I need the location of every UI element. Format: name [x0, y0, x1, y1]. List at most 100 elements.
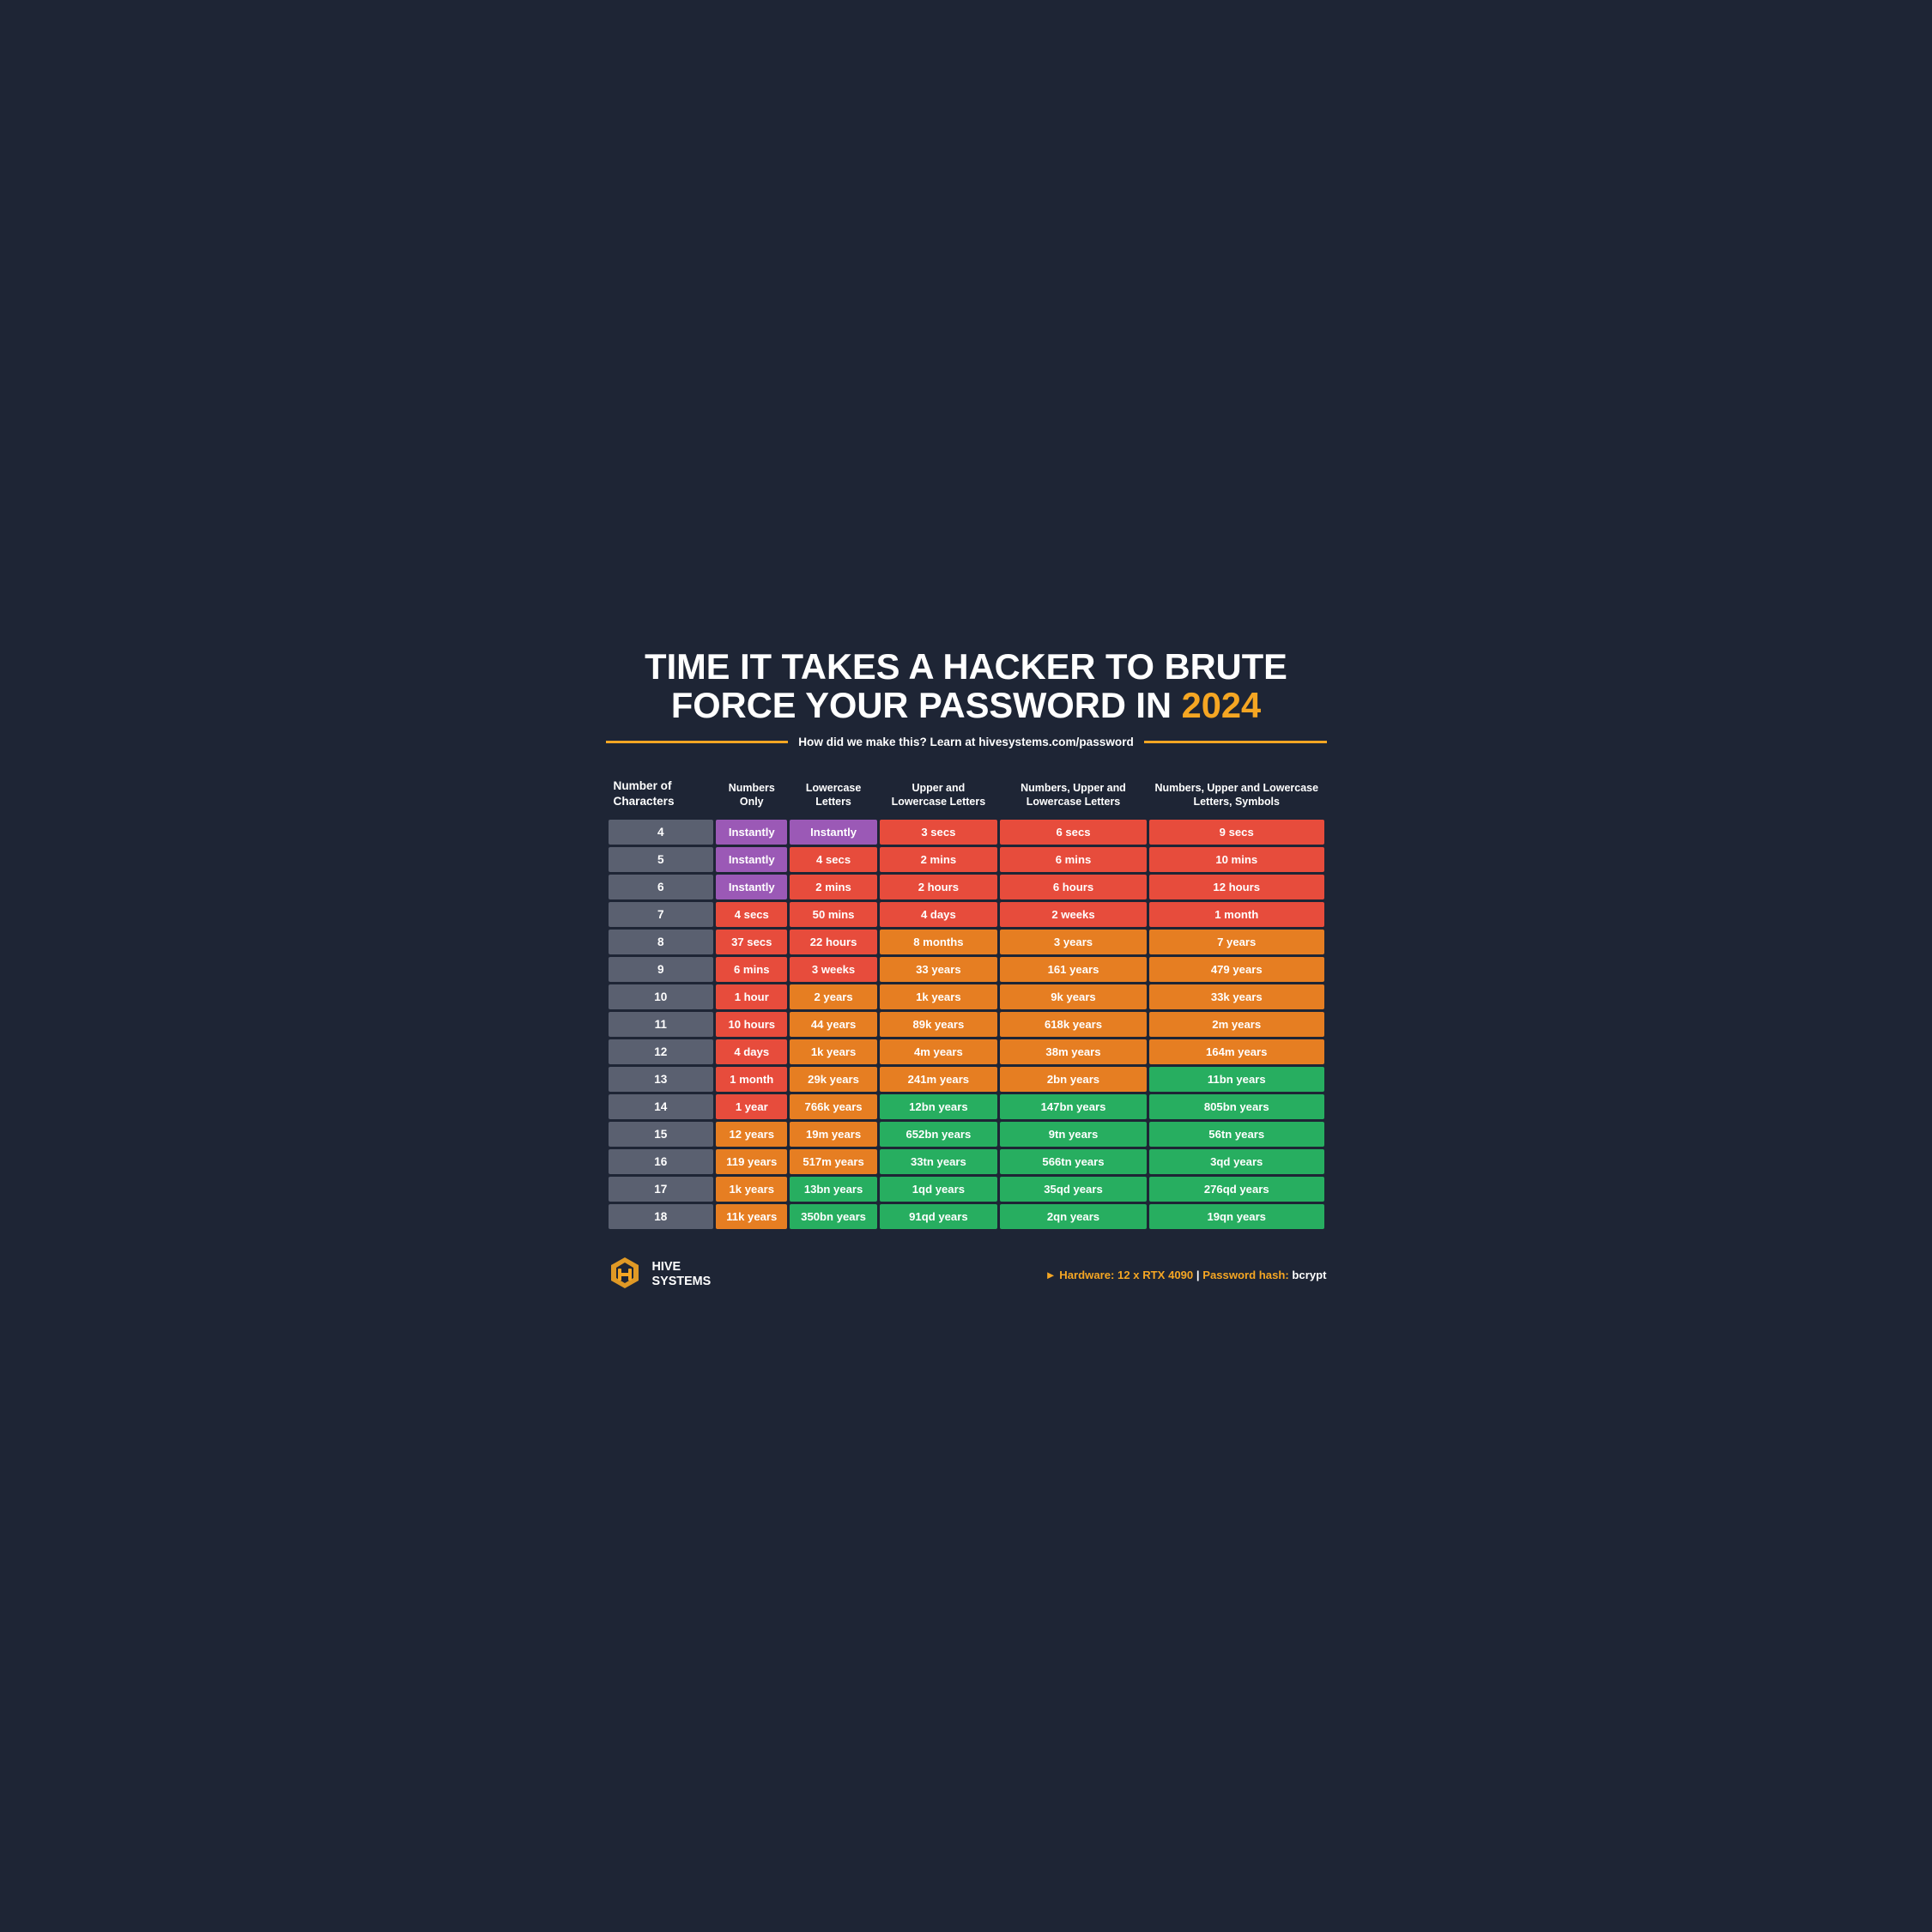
row-num-cell: 15 [609, 1122, 714, 1147]
cell-row7-col2: 2 years [790, 984, 876, 1009]
row-num-cell: 12 [609, 1039, 714, 1064]
cell-row13-col2: 517m years [790, 1149, 876, 1174]
cell-row2-col3: 2 mins [880, 847, 997, 872]
cell-row5-col2: 22 hours [790, 930, 876, 954]
cell-row7-col5: 33k years [1149, 984, 1324, 1009]
col-header-lowercase: Lowercase Letters [790, 770, 876, 817]
cell-row10-col5: 11bn years [1149, 1067, 1324, 1092]
table-row: 124 days1k years4m years38m years164m ye… [609, 1039, 1324, 1064]
footer-separator: | [1196, 1269, 1200, 1281]
col-header-num-upper-lower-sym: Numbers, Upper and Lowercase Letters, Sy… [1149, 770, 1324, 817]
row-num-cell: 4 [609, 820, 714, 845]
row-num-cell: 9 [609, 957, 714, 982]
cell-row5-col3: 8 months [880, 930, 997, 954]
cell-row11-col2: 766k years [790, 1094, 876, 1119]
subtitle-divider-right [1144, 741, 1327, 743]
table-row: 74 secs50 mins4 days2 weeks1 month [609, 902, 1324, 927]
cell-row11-col3: 12bn years [880, 1094, 997, 1119]
cell-row9-col4: 38m years [1000, 1039, 1147, 1064]
row-num-cell: 16 [609, 1149, 714, 1174]
table-row: 96 mins3 weeks33 years161 years479 years [609, 957, 1324, 982]
cell-row15-col5: 19qn years [1149, 1204, 1324, 1229]
footer-hardware-label-text: Hardware: [1059, 1269, 1114, 1281]
row-num-cell: 5 [609, 847, 714, 872]
footer-hash-value: bcrypt [1292, 1269, 1326, 1281]
cell-row1-col2: Instantly [790, 820, 876, 845]
main-container: TIME IT TAKES A HACKER TO BRUTE FORCE YO… [580, 621, 1353, 1311]
footer-hardware-value: 12 x RTX 4090 [1117, 1269, 1193, 1281]
subtitle-text: How did we make this? Learn at hivesyste… [798, 736, 1134, 748]
cell-row8-col1: 10 hours [716, 1012, 787, 1037]
cell-row6-col3: 33 years [880, 957, 997, 982]
table-row: 141 year766k years12bn years147bn years8… [609, 1094, 1324, 1119]
cell-row9-col3: 4m years [880, 1039, 997, 1064]
cell-row8-col4: 618k years [1000, 1012, 1147, 1037]
logo-text: HIVE SYSTEMS [652, 1260, 712, 1290]
table-row: 4InstantlyInstantly3 secs6 secs9 secs [609, 820, 1324, 845]
cell-row9-col1: 4 days [716, 1039, 787, 1064]
cell-row14-col5: 276qd years [1149, 1177, 1324, 1202]
cell-row10-col4: 2bn years [1000, 1067, 1147, 1092]
cell-row5-col5: 7 years [1149, 930, 1324, 954]
cell-row6-col1: 6 mins [716, 957, 787, 982]
cell-row15-col1: 11k years [716, 1204, 787, 1229]
col-header-num: Number of Characters [609, 770, 714, 817]
cell-row7-col4: 9k years [1000, 984, 1147, 1009]
title-line1: TIME IT TAKES A HACKER TO BRUTE [645, 646, 1287, 687]
cell-row3-col3: 2 hours [880, 875, 997, 899]
cell-row6-col2: 3 weeks [790, 957, 876, 982]
cell-row4-col4: 2 weeks [1000, 902, 1147, 927]
cell-row6-col5: 479 years [1149, 957, 1324, 982]
logo: HIVE SYSTEMS [606, 1256, 712, 1293]
table-row: 16119 years517m years33tn years566tn yea… [609, 1149, 1324, 1174]
cell-row9-col5: 164m years [1149, 1039, 1324, 1064]
cell-row13-col4: 566tn years [1000, 1149, 1147, 1174]
row-num-cell: 8 [609, 930, 714, 954]
row-num-cell: 13 [609, 1067, 714, 1092]
col-header-num-upper-lower: Numbers, Upper and Lowercase Letters [1000, 770, 1147, 817]
subtitle-line: How did we make this? Learn at hivesyste… [606, 736, 1327, 748]
cell-row14-col4: 35qd years [1000, 1177, 1147, 1202]
cell-row10-col1: 1 month [716, 1067, 787, 1092]
table-row: 1110 hours44 years89k years618k years2m … [609, 1012, 1324, 1037]
password-table: Number of Characters Numbers Only Lowerc… [606, 767, 1327, 1232]
logo-name-text: HIVE SYSTEMS [652, 1260, 712, 1290]
cell-row11-col1: 1 year [716, 1094, 787, 1119]
table-row: 1512 years19m years652bn years9tn years5… [609, 1122, 1324, 1147]
cell-row15-col2: 350bn years [790, 1204, 876, 1229]
row-num-cell: 6 [609, 875, 714, 899]
cell-row12-col4: 9tn years [1000, 1122, 1147, 1147]
subtitle-divider-left [606, 741, 789, 743]
cell-row6-col4: 161 years [1000, 957, 1147, 982]
cell-row14-col2: 13bn years [790, 1177, 876, 1202]
cell-row12-col3: 652bn years [880, 1122, 997, 1147]
cell-row15-col3: 91qd years [880, 1204, 997, 1229]
cell-row13-col1: 119 years [716, 1149, 787, 1174]
row-num-cell: 14 [609, 1094, 714, 1119]
title-year: 2024 [1182, 685, 1262, 725]
cell-row1-col5: 9 secs [1149, 820, 1324, 845]
cell-row4-col3: 4 days [880, 902, 997, 927]
table-row: 101 hour2 years1k years9k years33k years [609, 984, 1324, 1009]
row-num-cell: 17 [609, 1177, 714, 1202]
row-num-cell: 18 [609, 1204, 714, 1229]
table-row: 6Instantly2 mins2 hours6 hours12 hours [609, 875, 1324, 899]
cell-row2-col1: Instantly [716, 847, 787, 872]
cell-row10-col3: 241m years [880, 1067, 997, 1092]
table-row: 5Instantly4 secs2 mins6 mins10 mins [609, 847, 1324, 872]
cell-row5-col4: 3 years [1000, 930, 1147, 954]
cell-row12-col2: 19m years [790, 1122, 876, 1147]
footer: HIVE SYSTEMS ► Hardware: 12 x RTX 4090 |… [606, 1247, 1327, 1293]
cell-row2-col5: 10 mins [1149, 847, 1324, 872]
cell-row7-col1: 1 hour [716, 984, 787, 1009]
cell-row4-col1: 4 secs [716, 902, 787, 927]
col-header-numbers-only: Numbers Only [716, 770, 787, 817]
cell-row13-col3: 33tn years [880, 1149, 997, 1174]
hive-logo-icon [606, 1256, 644, 1293]
row-num-cell: 7 [609, 902, 714, 927]
title-line2: FORCE YOUR PASSWORD IN [671, 685, 1172, 725]
cell-row3-col2: 2 mins [790, 875, 876, 899]
cell-row2-col4: 6 mins [1000, 847, 1147, 872]
row-num-cell: 10 [609, 984, 714, 1009]
cell-row7-col3: 1k years [880, 984, 997, 1009]
